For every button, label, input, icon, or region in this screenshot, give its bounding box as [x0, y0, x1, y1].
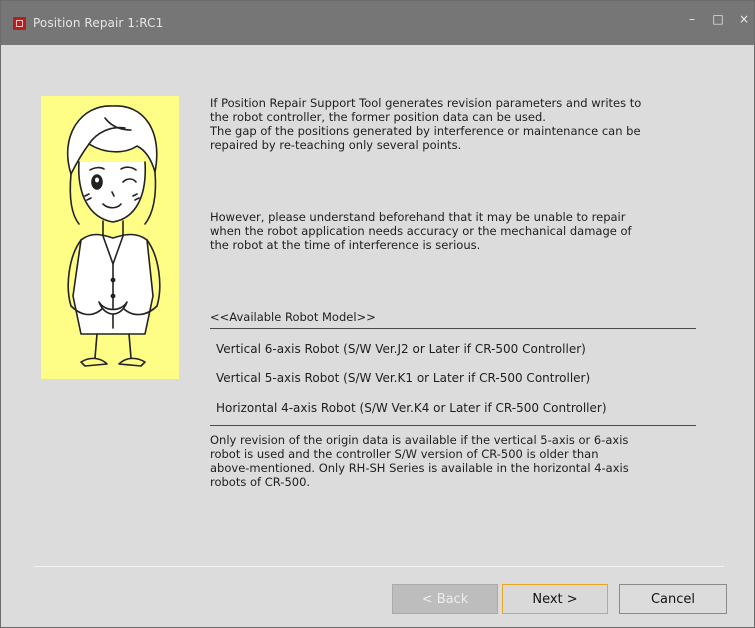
model-item: Vertical 6-axis Robot (S/W Ver.J2 or Lat…	[216, 342, 586, 356]
divider-top	[210, 328, 696, 329]
compatibility-note: Only revision of the origin data is avai…	[210, 433, 629, 489]
model-item: Horizontal 4-axis Robot (S/W Ver.K4 or L…	[216, 401, 607, 415]
button-separator	[34, 566, 724, 567]
back-button[interactable]: < Back	[392, 584, 498, 614]
maximize-icon[interactable]: □	[712, 13, 724, 25]
app-icon	[13, 16, 26, 30]
title-bar[interactable]: Position Repair 1:RC1 – □ ×	[1, 1, 754, 45]
mascot-illustration	[41, 96, 179, 379]
cancel-button[interactable]: Cancel	[619, 584, 727, 614]
minimize-icon[interactable]: –	[686, 13, 698, 25]
disclaimer-paragraph: However, please understand beforehand th…	[210, 210, 632, 252]
intro-paragraph: If Position Repair Support Tool generate…	[210, 96, 642, 152]
divider-bottom	[210, 425, 696, 426]
window-title: Position Repair 1:RC1	[33, 16, 164, 30]
close-icon[interactable]: ×	[738, 13, 750, 25]
next-button[interactable]: Next >	[502, 584, 608, 614]
dialog-window: Position Repair 1:RC1 – □ × If Position …	[0, 0, 755, 628]
model-item: Vertical 5-axis Robot (S/W Ver.K1 or Lat…	[216, 371, 591, 385]
mascot-svg	[66, 105, 161, 367]
available-models-heading: <<Available Robot Model>>	[210, 310, 376, 324]
window-controls: – □ ×	[686, 13, 750, 25]
